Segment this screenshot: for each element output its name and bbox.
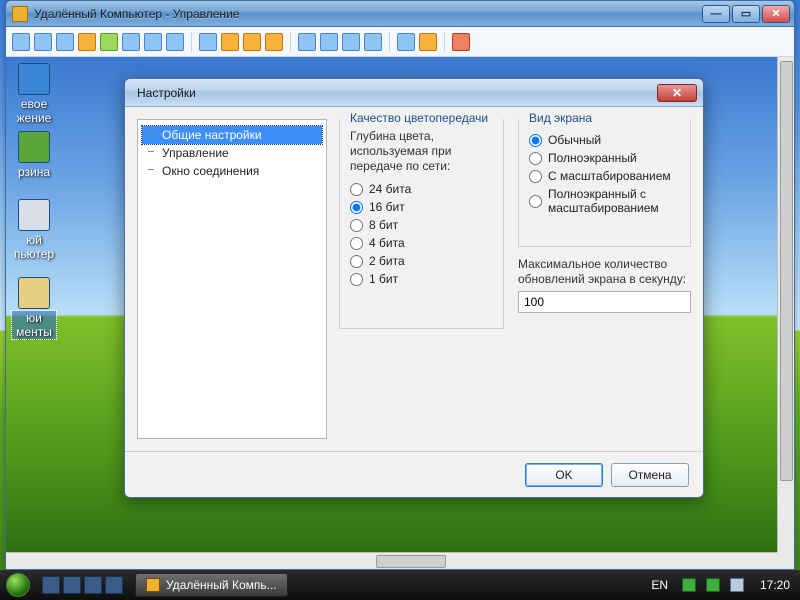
icon-label: юи менты [12, 311, 56, 339]
screen-mode-group: Вид экрана Обычный Полноэкранный С масшт… [518, 119, 691, 247]
toolbar-icon[interactable] [166, 33, 184, 51]
volume-icon[interactable] [730, 578, 744, 592]
toolbar-icon[interactable] [34, 33, 52, 51]
toolbar-icon[interactable] [78, 33, 96, 51]
group-legend: Вид экрана [525, 111, 596, 125]
toolbar-icon[interactable] [397, 33, 415, 51]
radio-1bit[interactable]: 1 бит [350, 272, 493, 286]
radio-16bit[interactable]: 16 бит [350, 200, 493, 214]
task-app-label: Удалённый Компь... [166, 578, 277, 592]
dialog-title: Настройки [137, 86, 657, 100]
language-indicator[interactable]: EN [647, 578, 672, 592]
settings-tree: Общие настройки Управление Окно соединен… [137, 119, 327, 439]
remote-desktop-icon[interactable]: рзина [12, 131, 56, 179]
recycle-icon [18, 131, 50, 163]
horizontal-scrollbar[interactable] [6, 552, 777, 569]
toolbar-icon[interactable] [12, 33, 30, 51]
remote-desktop-icon[interactable]: евое жение [12, 63, 56, 125]
start-button[interactable] [0, 570, 36, 600]
dialog-close-button[interactable]: ✕ [657, 84, 697, 102]
tray-icon[interactable] [682, 578, 696, 592]
toolbar-separator [444, 32, 445, 52]
toolbar-icon[interactable] [452, 33, 470, 51]
toolbar [6, 27, 794, 57]
toolbar-icon[interactable] [243, 33, 261, 51]
toolbar-icon[interactable] [100, 33, 118, 51]
radio-24bit[interactable]: 24 бита [350, 182, 493, 196]
radio-fullscreen[interactable]: Полноэкранный [529, 151, 680, 165]
start-orb-icon [6, 573, 30, 597]
scroll-thumb[interactable] [780, 61, 793, 481]
vertical-scrollbar[interactable] [777, 57, 794, 552]
icon-label: юй пьютер [12, 233, 56, 261]
toolbar-icon[interactable] [320, 33, 338, 51]
toolbar-icon[interactable] [221, 33, 239, 51]
quick-launch-icon[interactable] [63, 576, 81, 594]
toolbar-icon[interactable] [298, 33, 316, 51]
toolbar-icon[interactable] [364, 33, 382, 51]
scroll-thumb[interactable] [376, 555, 446, 568]
tree-item-general[interactable]: Общие настройки [142, 126, 322, 144]
clock[interactable]: 17:20 [754, 578, 790, 592]
radio-8bit[interactable]: 8 бит [350, 218, 493, 232]
quick-launch-icon[interactable] [105, 576, 123, 594]
close-button[interactable]: ✕ [762, 5, 790, 23]
generic-icon [18, 63, 50, 95]
documents-icon [18, 277, 50, 309]
taskbar-app-button[interactable]: Удалённый Компь... [135, 573, 288, 597]
radio-fullscreen-scaled[interactable]: Полноэкранный с масштабированием [529, 187, 680, 215]
tray-icon[interactable] [706, 578, 720, 592]
toolbar-icon[interactable] [342, 33, 360, 51]
toolbar-icon[interactable] [419, 33, 437, 51]
minimize-button[interactable]: — [702, 5, 730, 23]
toolbar-separator [290, 32, 291, 52]
settings-dialog: Настройки ✕ Общие настройки Управление О… [124, 78, 704, 498]
icon-label: евое жение [12, 97, 56, 125]
quick-launch-icon[interactable] [84, 576, 102, 594]
group-legend: Качество цветопередачи [346, 111, 492, 125]
color-depth-group: Качество цветопередачи Глубина цвета, ис… [339, 119, 504, 329]
icon-label: рзина [12, 165, 56, 179]
titlebar[interactable]: Удалённый Компьютер - Управление — ▭ ✕ [6, 1, 794, 27]
taskbar: Удалённый Компь... EN 17:20 [0, 570, 800, 600]
radio-4bit[interactable]: 4 бита [350, 236, 493, 250]
window-title: Удалённый Компьютер - Управление [34, 7, 702, 21]
toolbar-separator [191, 32, 192, 52]
cancel-button[interactable]: Отмена [611, 463, 689, 487]
updates-field: Максимальное количество обновлений экран… [518, 257, 691, 313]
toolbar-icon[interactable] [199, 33, 217, 51]
system-tray: EN 17:20 [637, 578, 800, 592]
radio-normal[interactable]: Обычный [529, 133, 680, 147]
ok-button[interactable]: OK [525, 463, 603, 487]
updates-input[interactable] [518, 291, 691, 313]
remote-desktop-icon[interactable]: юи менты [12, 277, 56, 339]
toolbar-separator [389, 32, 390, 52]
dialog-titlebar[interactable]: Настройки ✕ [125, 79, 703, 107]
toolbar-icon[interactable] [56, 33, 74, 51]
computer-icon [18, 199, 50, 231]
radio-2bit[interactable]: 2 бита [350, 254, 493, 268]
scroll-corner [777, 552, 794, 569]
updates-label: Максимальное количество обновлений экран… [518, 257, 691, 287]
quick-launch [36, 576, 129, 594]
toolbar-icon[interactable] [122, 33, 140, 51]
toolbar-icon[interactable] [265, 33, 283, 51]
tree-item-connection-window[interactable]: Окно соединения [142, 162, 322, 180]
quick-launch-icon[interactable] [42, 576, 60, 594]
remote-desktop-icon[interactable]: юй пьютер [12, 199, 56, 261]
maximize-button[interactable]: ▭ [732, 5, 760, 23]
radio-scaled[interactable]: С масштабированием [529, 169, 680, 183]
toolbar-icon[interactable] [144, 33, 162, 51]
group-subtext: Глубина цвета, используемая при передаче… [350, 129, 493, 174]
app-icon [12, 6, 28, 22]
tree-item-control[interactable]: Управление [142, 144, 322, 162]
dialog-footer: OK Отмена [125, 451, 703, 497]
task-app-icon [146, 578, 160, 592]
